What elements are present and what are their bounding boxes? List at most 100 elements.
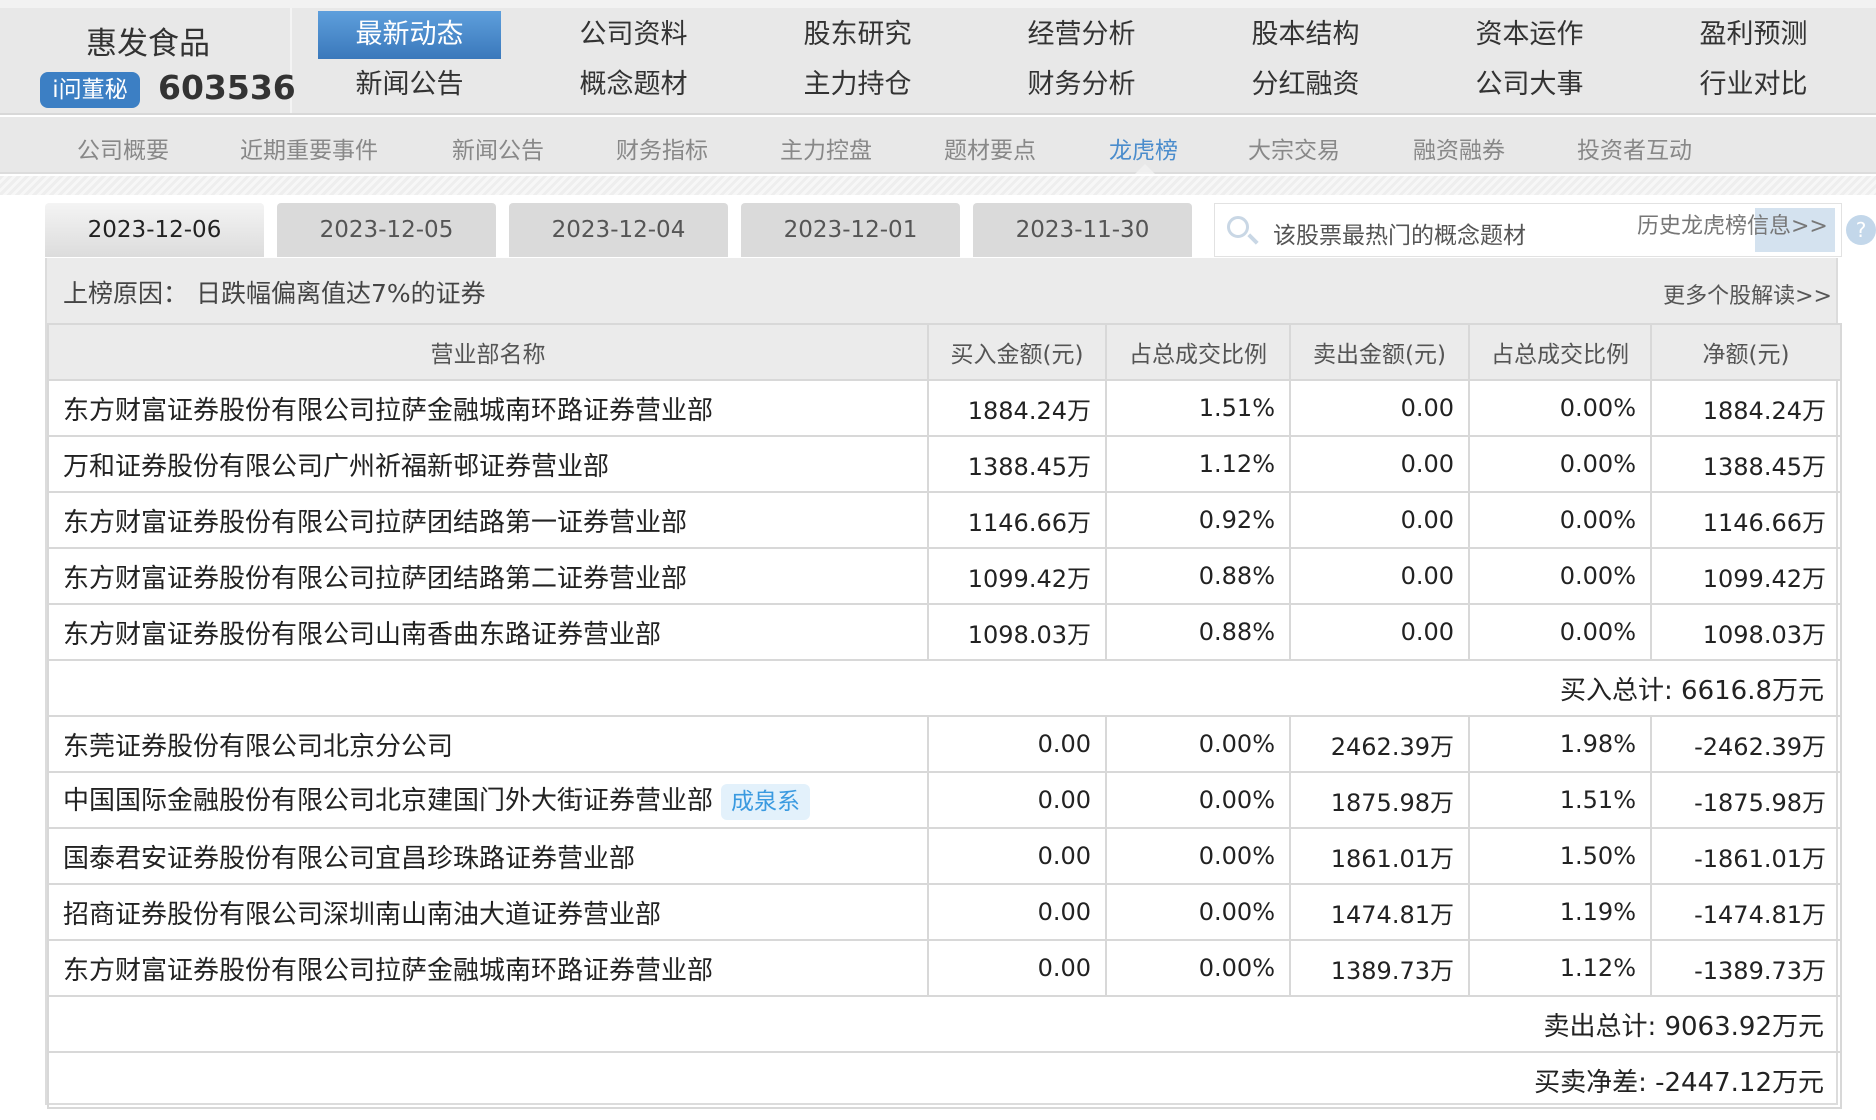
top-header: 惠发食品 i问董秘 603536 最新动态 新闻公告 公司资料 概念题材 股东研究 主力持… bbox=[0, 0, 1876, 115]
value-text: 0.00 bbox=[1400, 562, 1454, 590]
value-text: 0.00 bbox=[1037, 842, 1091, 870]
branch-name[interactable]: 东莞证券股份有限公司北京分公司 bbox=[47, 715, 929, 773]
value-text: 1861.01万 bbox=[1330, 844, 1454, 873]
value-text: 1.50% bbox=[1559, 842, 1636, 870]
sub-nav-item[interactable]: 大宗交易 bbox=[1248, 131, 1340, 165]
branch-name[interactable]: 中国国际金融股份有限公司北京建国门外大街证券营业部 成泉系 bbox=[47, 771, 929, 829]
cell-value: 0.00% bbox=[1105, 883, 1291, 941]
cell-value: -1861.01万 bbox=[1650, 827, 1842, 885]
main-nav-item[interactable]: 新闻公告 bbox=[318, 61, 501, 109]
main-nav-item[interactable]: 财务分析 bbox=[990, 61, 1173, 109]
sub-nav-item[interactable]: 题材要点 bbox=[944, 131, 1036, 165]
cell-value: 1.98% bbox=[1468, 715, 1652, 773]
branch-name[interactable]: 国泰君安证券股份有限公司宜昌珍珠路证券营业部 bbox=[47, 827, 929, 885]
help-icon[interactable]: ? bbox=[1846, 215, 1876, 245]
branch-name[interactable]: 招商证券股份有限公司深圳南山南油大道证券营业部 bbox=[47, 883, 929, 941]
cell-value: 0.00% bbox=[1468, 547, 1652, 605]
table-row: 国泰君安证券股份有限公司宜昌珍珠路证券营业部 0.00 0.00% 1861.01万 1… bbox=[47, 827, 1842, 885]
summary-row: 买入总计: 6616.8万元 bbox=[47, 659, 1842, 717]
more-analysis-link[interactable]: 更多个股解读>> bbox=[1663, 278, 1832, 310]
branch-name-text: 万和证券股份有限公司广州祈福新邨证券营业部 bbox=[63, 451, 610, 482]
value-text: 0.00% bbox=[1559, 506, 1636, 534]
branch-name[interactable]: 东方财富证券股份有限公司拉萨团结路第二证券营业部 bbox=[47, 547, 929, 605]
value-text: 1388.45万 bbox=[967, 452, 1091, 481]
sub-nav-item[interactable]: 公司概要 bbox=[77, 131, 169, 165]
value-text: 0.00% bbox=[1198, 954, 1275, 982]
stock-code: 603536 bbox=[158, 68, 296, 107]
company-name: 惠发食品 bbox=[86, 26, 210, 62]
branch-name-text: 东莞证券股份有限公司北京分公司 bbox=[63, 731, 454, 762]
main-nav-item[interactable]: 盈利预测 bbox=[1662, 11, 1845, 59]
net-difference: 买卖净差: -2447.12万元 bbox=[47, 1051, 1842, 1109]
cell-value: 2462.39万 bbox=[1289, 715, 1470, 773]
search-input[interactable]: 该股票最热门的概念题材 bbox=[1273, 216, 1526, 250]
reason-bar: 上榜原因： 日跌幅偏离值达7%的证券 更多个股解读>> bbox=[47, 258, 1836, 323]
date-tab[interactable]: 2023-12-05 bbox=[277, 203, 496, 257]
value-text: 0.88% bbox=[1198, 562, 1275, 590]
branch-name-text: 东方财富证券股份有限公司山南香曲东路证券营业部 bbox=[63, 619, 662, 650]
branch-name[interactable]: 东方财富证券股份有限公司拉萨团结路第一证券营业部 bbox=[47, 491, 929, 549]
date-tab[interactable]: 2023-12-04 bbox=[509, 203, 728, 257]
main-nav-item[interactable]: 公司资料 bbox=[542, 11, 725, 59]
value-text: 0.00 bbox=[1400, 506, 1454, 534]
cell-value: 1098.03万 bbox=[1650, 603, 1842, 661]
cell-value: 0.00 bbox=[927, 827, 1107, 885]
sub-nav-item[interactable]: 主力控盘 bbox=[780, 131, 872, 165]
value-text: 1388.45万 bbox=[1702, 452, 1826, 481]
branch-name-text: 国泰君安证券股份有限公司宜昌珍珠路证券营业部 bbox=[63, 843, 636, 874]
main-nav-item[interactable]: 最新动态 bbox=[318, 11, 501, 59]
cell-value: 0.92% bbox=[1105, 491, 1291, 549]
sub-nav-item[interactable]: 融资融券 bbox=[1413, 131, 1505, 165]
value-text: 0.00 bbox=[1400, 394, 1454, 422]
branch-name[interactable]: 万和证券股份有限公司广州祈福新邨证券营业部 bbox=[47, 435, 929, 493]
main-nav-item[interactable]: 资本运作 bbox=[1438, 11, 1621, 59]
cell-value: 1875.98万 bbox=[1289, 771, 1470, 829]
reason-text: 上榜原因： 日跌幅偏离值达7%的证券 bbox=[63, 279, 486, 308]
history-link[interactable]: 历史龙虎榜信息>> bbox=[1637, 208, 1828, 240]
cell-value: 1098.03万 bbox=[927, 603, 1107, 661]
sub-nav-item[interactable]: 财务指标 bbox=[616, 131, 708, 165]
sub-nav-item[interactable]: 投资者互动 bbox=[1577, 131, 1692, 165]
date-tab[interactable]: 2023-12-06 bbox=[45, 203, 264, 257]
cell-value: 0.00 bbox=[1289, 603, 1470, 661]
cell-value: 0.00% bbox=[1105, 771, 1291, 829]
main-nav-item[interactable]: 分红融资 bbox=[1214, 61, 1397, 109]
stock-brand: 惠发食品 i问董秘 603536 bbox=[4, 8, 296, 113]
branch-name[interactable]: 东方财富证券股份有限公司拉萨金融城南环路证券营业部 bbox=[47, 939, 929, 997]
date-tab[interactable]: 2023-12-01 bbox=[741, 203, 960, 257]
cell-value: -1474.81万 bbox=[1650, 883, 1842, 941]
cell-value: 1884.24万 bbox=[1650, 379, 1842, 437]
cell-value: 0.00 bbox=[1289, 491, 1470, 549]
sub-nav-item[interactable]: 新闻公告 bbox=[452, 131, 544, 165]
value-text: -1861.01万 bbox=[1694, 844, 1826, 873]
buy-total: 买入总计: 6616.8万元 bbox=[47, 659, 1842, 717]
value-text: -2462.39万 bbox=[1694, 732, 1826, 761]
branch-name[interactable]: 东方财富证券股份有限公司山南香曲东路证券营业部 bbox=[47, 603, 929, 661]
trade-table: 营业部名称 买入金额(元) 占总成交比例 卖出金额(元) 占总成交比例 净额(元) 东方财… bbox=[47, 323, 1842, 1109]
value-text: 1.12% bbox=[1198, 450, 1275, 478]
table-row: 招商证券股份有限公司深圳南山南油大道证券营业部 0.00 0.00% 1474.81万… bbox=[47, 883, 1842, 941]
value-text: 1875.98万 bbox=[1330, 788, 1454, 817]
group-tag[interactable]: 成泉系 bbox=[721, 784, 811, 820]
ask-secretary-badge[interactable]: i问董秘 bbox=[40, 72, 140, 108]
main-nav-item[interactable]: 主力持仓 bbox=[766, 61, 949, 109]
branch-name[interactable]: 东方财富证券股份有限公司拉萨金融城南环路证券营业部 bbox=[47, 379, 929, 437]
sub-nav-item[interactable]: 龙虎榜 bbox=[1109, 131, 1178, 165]
value-text: 0.00% bbox=[1559, 562, 1636, 590]
divider-stripe bbox=[0, 176, 1876, 195]
main-nav-item[interactable]: 经营分析 bbox=[990, 11, 1173, 59]
main-nav-item[interactable]: 股东研究 bbox=[766, 11, 949, 59]
cell-value: 0.00 bbox=[1289, 379, 1470, 437]
value-text: 0.00% bbox=[1559, 394, 1636, 422]
main-nav-item[interactable]: 股本结构 bbox=[1214, 11, 1397, 59]
value-text: 1474.81万 bbox=[1330, 900, 1454, 929]
main-nav-item[interactable]: 公司大事 bbox=[1438, 61, 1621, 109]
main-nav-item[interactable]: 概念题材 bbox=[542, 61, 725, 109]
value-text: 0.00% bbox=[1198, 786, 1275, 814]
value-text: 1.12% bbox=[1559, 954, 1636, 982]
main-nav-item[interactable]: 行业对比 bbox=[1662, 61, 1845, 109]
value-text: 0.00% bbox=[1198, 842, 1275, 870]
table-row: 万和证券股份有限公司广州祈福新邨证券营业部 1388.45万 1.12% 0.00 0.… bbox=[47, 435, 1842, 493]
date-tab[interactable]: 2023-11-30 bbox=[973, 203, 1192, 257]
sub-nav-item[interactable]: 近期重要事件 bbox=[240, 131, 378, 165]
